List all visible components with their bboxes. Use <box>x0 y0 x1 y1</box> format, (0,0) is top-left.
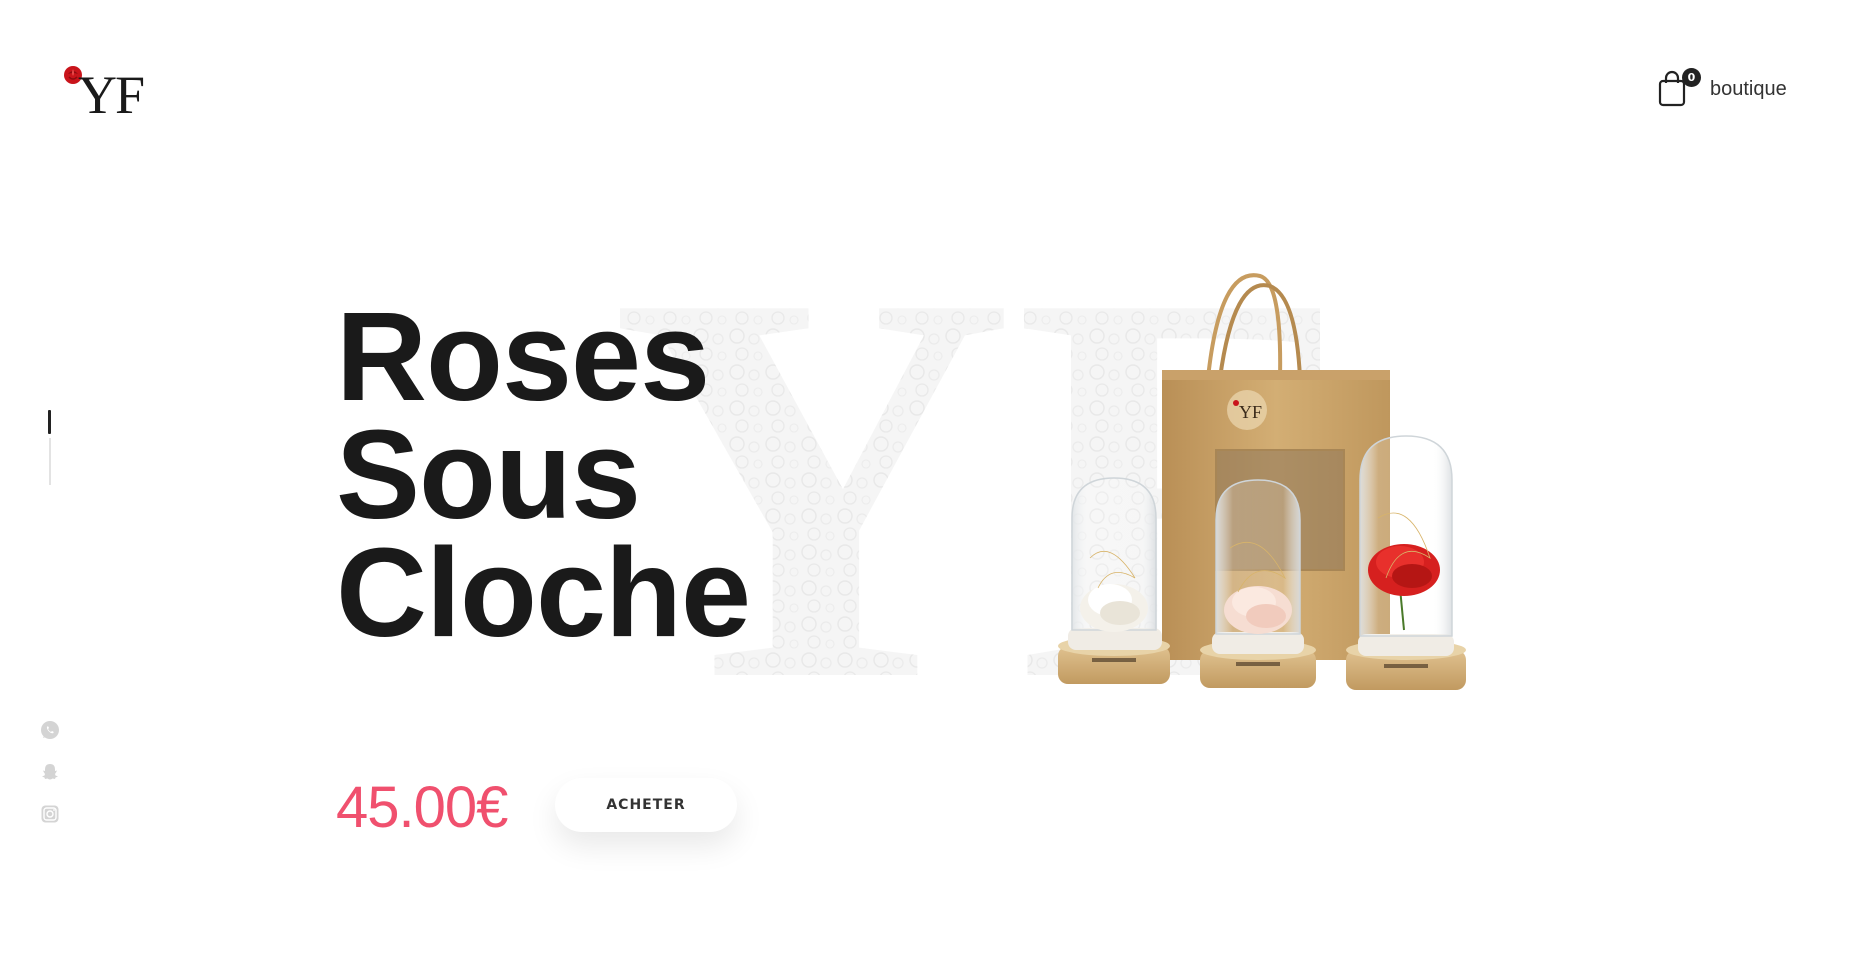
social-links <box>40 720 60 824</box>
product-image: YF <box>1058 273 1466 690</box>
slide-indicator-inactive[interactable] <box>48 438 51 485</box>
white-rose-cloche <box>1058 477 1170 684</box>
red-rose-cloche <box>1346 435 1466 690</box>
price: 45.00€ <box>336 775 508 840</box>
cart-label[interactable]: boutique <box>1710 78 1787 101</box>
instagram-icon[interactable] <box>40 804 60 824</box>
slide-indicator[interactable] <box>48 410 51 485</box>
title-line-3: Cloche <box>336 522 751 663</box>
title-line-2: Sous <box>336 404 641 545</box>
buy-button[interactable]: ACHETER <box>555 778 737 832</box>
whatsapp-icon[interactable] <box>40 720 60 740</box>
snapchat-icon[interactable] <box>40 762 60 782</box>
pink-rose-cloche <box>1200 479 1316 688</box>
logo[interactable]: YF <box>60 62 150 122</box>
title-line-1: Roses <box>336 286 710 427</box>
slide-indicator-active[interactable] <box>48 410 51 434</box>
shopping-bag-icon[interactable]: 0 <box>1658 68 1701 108</box>
cart-link[interactable]: 0 boutique <box>1658 68 1787 108</box>
bag-logo-text: YF <box>1239 402 1262 422</box>
page-title: Roses Sous Cloche <box>336 286 856 663</box>
logo-text: YF <box>78 65 145 125</box>
cart-count-badge: 0 <box>1682 68 1701 87</box>
